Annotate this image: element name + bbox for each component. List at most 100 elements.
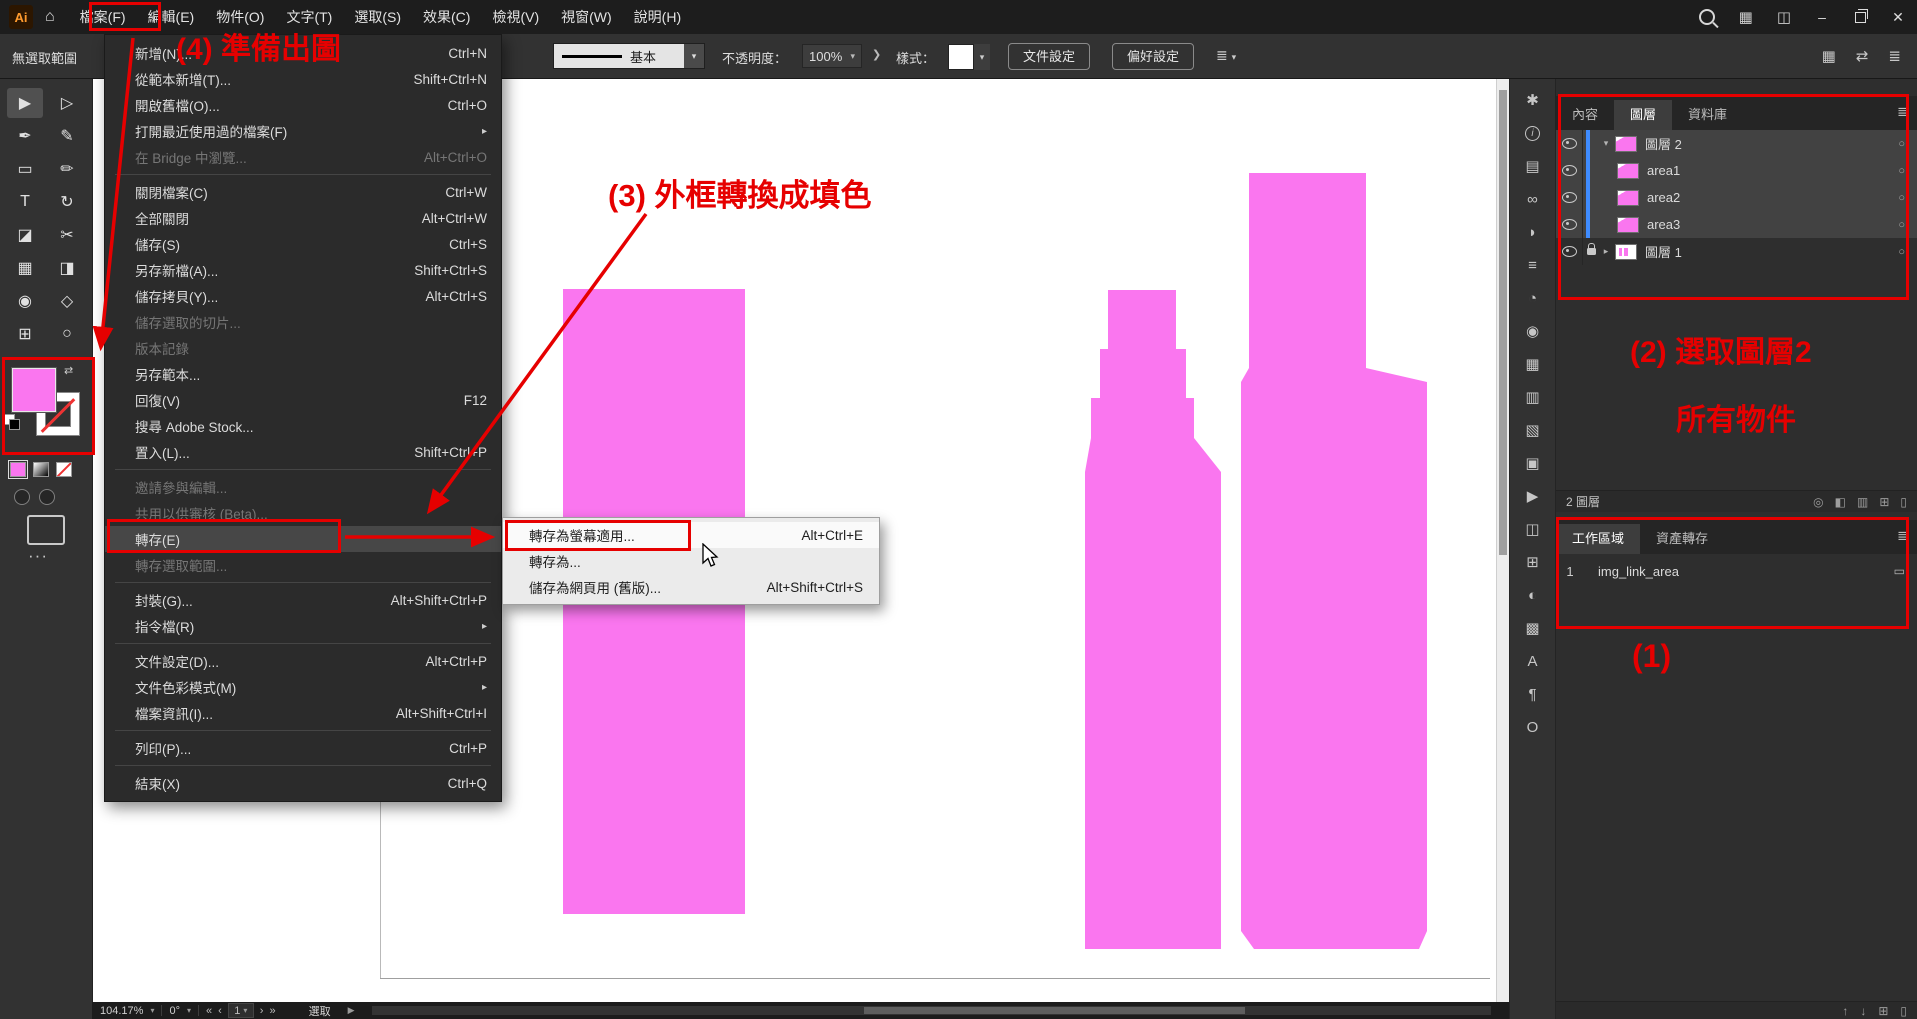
menubar-item[interactable]: 編輯(E) [137, 0, 206, 34]
document-setup-button[interactable]: 文件設定 [1008, 43, 1090, 70]
pencil-tool[interactable]: ✏ [49, 154, 85, 184]
color-mode-button[interactable] [10, 462, 26, 477]
layer-thumbnail[interactable] [1617, 190, 1639, 206]
menubar-item[interactable]: 物件(O) [205, 0, 275, 34]
export-submenu-item[interactable]: 儲存為網頁用 (舊版)... Alt+Shift+Ctrl+S [503, 574, 879, 600]
file-menu-item[interactable]: 轉存(E) ▸ [105, 526, 501, 552]
draw-behind-icon[interactable] [39, 489, 55, 505]
hand-tool[interactable]: ○ [49, 319, 85, 349]
file-menu-item[interactable]: 指令檔(R) ▸ [105, 613, 501, 639]
lock-toggle[interactable] [1583, 238, 1599, 265]
edit-toolbar-icon[interactable]: ··· [28, 546, 48, 566]
lock-toggle[interactable] [1583, 211, 1599, 238]
next-artboard-button[interactable]: › [260, 1005, 264, 1017]
layer-row[interactable]: area2 ○ [1556, 184, 1917, 211]
artboards-icon[interactable]: ⊞ [1521, 552, 1545, 572]
move-down-icon[interactable]: ↓ [1860, 1004, 1866, 1018]
paragraph-icon[interactable]: ¶ [1521, 684, 1545, 704]
opentype-icon[interactable]: O [1521, 717, 1545, 737]
file-menu-item[interactable]: 在 Bridge 中瀏覽... Alt+Ctrl+O [105, 144, 501, 170]
lock-toggle[interactable] [1583, 184, 1599, 211]
visibility-toggle[interactable] [1556, 184, 1583, 211]
fill-swatch[interactable] [12, 368, 56, 412]
vertical-scrollbar-thumb[interactable] [1499, 90, 1507, 555]
close-button[interactable]: ✕ [1879, 0, 1917, 34]
file-menu-item[interactable]: 另存範本... [105, 361, 501, 387]
stroke-style-dropdown[interactable]: 基本 ▾ [553, 43, 705, 69]
layer-thumbnail[interactable] [1615, 136, 1637, 152]
zoom-level[interactable]: 104.17% [100, 1005, 143, 1017]
swap-fill-stroke-icon[interactable]: ⇄ [64, 364, 73, 377]
layer-name[interactable]: area3 [1647, 217, 1680, 232]
horizontal-scrollbar[interactable] [372, 1006, 1491, 1015]
file-menu-item[interactable]: 關閉檔案(C) Ctrl+W [105, 179, 501, 205]
locate-object-icon[interactable]: ◎ [1813, 495, 1823, 509]
hamburger-menu-icon[interactable]: ≣ [1888, 47, 1901, 65]
style-swatch[interactable] [948, 44, 974, 70]
transparency-icon[interactable]: ◔ [1521, 288, 1545, 308]
file-menu-item[interactable]: 新增(N)... Ctrl+N [105, 40, 501, 66]
delete-artboard-icon[interactable]: ▯ [1900, 1004, 1907, 1018]
none-mode-button[interactable] [56, 462, 72, 477]
target-circle-icon[interactable]: ○ [1898, 165, 1905, 177]
direct-selection-tool[interactable]: ▷ [49, 88, 85, 118]
layer-name[interactable]: 圖層 2 [1645, 134, 1682, 153]
file-menu-item[interactable]: 封裝(G)... Alt+Shift+Ctrl+P [105, 587, 501, 613]
file-menu-item[interactable]: 搜尋 Adobe Stock... [105, 413, 501, 439]
layer-name[interactable]: area1 [1647, 163, 1680, 178]
file-menu-item[interactable]: 打開最近使用過的檔案(F) ▸ [105, 118, 501, 144]
layer-name[interactable]: 圖層 1 [1645, 242, 1682, 261]
layer-row[interactable]: ▸ 圖層 1 ○ [1556, 238, 1917, 265]
links-icon[interactable]: ◫ [1521, 519, 1545, 539]
curvature-tool[interactable]: ✎ [49, 121, 85, 151]
target-circle-icon[interactable]: ○ [1898, 192, 1905, 204]
chevron-down-icon[interactable]: ▾ [974, 44, 990, 70]
swatches-icon[interactable]: ▦ [1521, 354, 1545, 374]
file-menu-item[interactable]: 文件設定(D)... Alt+Ctrl+P [105, 648, 501, 674]
selection-tool[interactable]: ▶ [7, 88, 43, 118]
opacity-field[interactable]: 100% ▾ [802, 44, 862, 68]
file-menu-item[interactable]: 儲存(S) Ctrl+S [105, 231, 501, 257]
menubar-item[interactable]: 文字(T) [275, 0, 343, 34]
shape-properties-icon[interactable]: ◗ [1521, 222, 1545, 242]
chevron-right-icon[interactable]: ❯ [872, 48, 881, 61]
file-menu-item[interactable]: 文件色彩模式(M) ▸ [105, 674, 501, 700]
chevron-down-icon[interactable]: ▾ [187, 1006, 191, 1015]
last-artboard-button[interactable]: » [269, 1005, 275, 1017]
file-menu-item[interactable]: 從範本新增(T)... Shift+Ctrl+N [105, 66, 501, 92]
panel-tab[interactable]: 資料庫 [1672, 100, 1743, 130]
default-fill-stroke-icon[interactable] [4, 414, 15, 425]
file-menu-item[interactable]: 儲存拷貝(Y)... Alt+Ctrl+S [105, 283, 501, 309]
stroke-icon[interactable]: ≡ [1521, 255, 1545, 275]
layer-row[interactable]: ▾ 圖層 2 ○ [1556, 130, 1917, 157]
file-menu-item[interactable]: 全部關閉 Alt+Ctrl+W [105, 205, 501, 231]
align-icon[interactable]: ▥ [1521, 387, 1545, 407]
menubar-item[interactable]: 視窗(W) [550, 0, 623, 34]
minimize-button[interactable]: – [1803, 0, 1841, 34]
panel-menu-icon[interactable]: ≣ [1897, 104, 1908, 120]
lock-toggle[interactable] [1583, 130, 1599, 157]
menubar-item[interactable]: 檢視(V) [481, 0, 550, 34]
mesh-tool[interactable]: ▦ [7, 253, 43, 283]
gradient-tool[interactable]: ◨ [49, 253, 85, 283]
visibility-toggle[interactable] [1556, 130, 1583, 157]
color-guide-icon[interactable]: ◐ [1521, 585, 1545, 605]
draw-normal-icon[interactable] [14, 489, 30, 505]
pathfinder-icon[interactable]: ▧ [1521, 420, 1545, 440]
export-submenu-item[interactable]: 轉存為... [503, 548, 879, 574]
menubar-item[interactable]: 檔案(F) [69, 0, 137, 34]
file-menu-item[interactable]: 儲存選取的切片... [105, 309, 501, 335]
home-icon[interactable]: ⌂ [45, 8, 55, 26]
menubar-item[interactable]: 說明(H) [623, 0, 692, 34]
first-artboard-button[interactable]: « [206, 1005, 212, 1017]
chevron-down-icon[interactable]: ▾ [1599, 138, 1613, 149]
make-clip-mask-icon[interactable]: ◧ [1835, 495, 1846, 509]
artboard-row[interactable]: 1 img_link_area ▭ [1556, 556, 1917, 586]
horizontal-scrollbar-thumb[interactable] [864, 1007, 1245, 1014]
prev-artboard-button[interactable]: ‹ [218, 1005, 222, 1017]
type-tool[interactable]: T [7, 187, 43, 217]
file-menu-item[interactable]: 邀請參與編輯... [105, 474, 501, 500]
layer-name[interactable]: area2 [1647, 190, 1680, 205]
lock-toggle[interactable] [1583, 157, 1599, 184]
file-menu-item[interactable]: 檔案資訊(I)... Alt+Shift+Ctrl+I [105, 700, 501, 726]
